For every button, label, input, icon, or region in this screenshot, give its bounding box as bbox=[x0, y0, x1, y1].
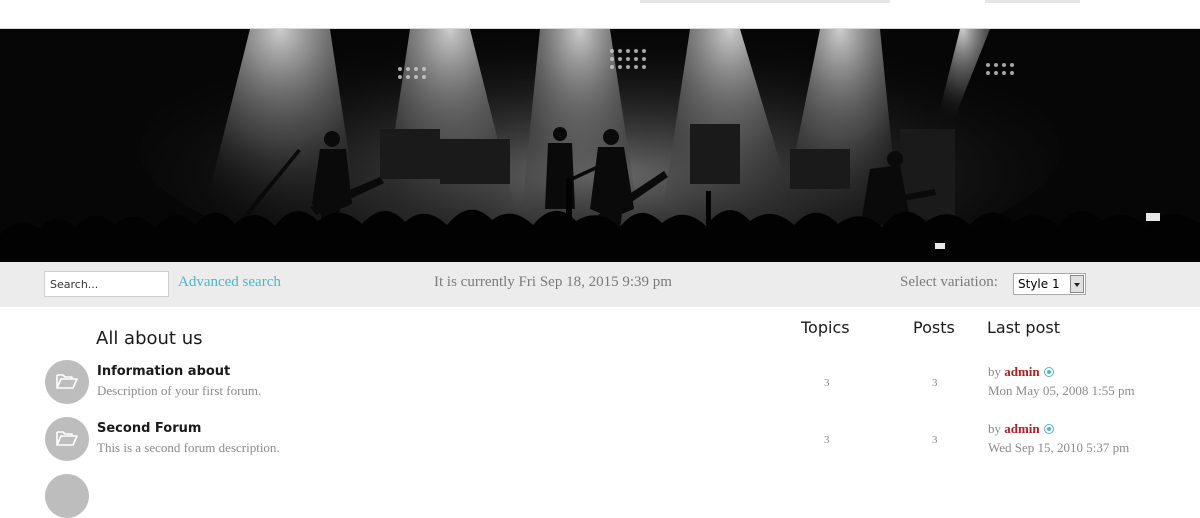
last-post-by-prefix: by bbox=[988, 364, 1001, 379]
category-title: All about us bbox=[96, 328, 203, 349]
dropdown-arrow-icon[interactable] bbox=[1070, 275, 1084, 293]
forum-description: This is a second forum description. bbox=[97, 440, 280, 455]
forum-topics-count: 3 bbox=[824, 377, 830, 389]
folder-icon bbox=[45, 360, 89, 404]
last-post-author-link[interactable]: admin bbox=[1004, 364, 1039, 379]
go-to-last-post-icon[interactable] bbox=[1043, 367, 1054, 377]
folder-icon bbox=[45, 417, 89, 461]
variation-label: Select variation: bbox=[900, 274, 998, 290]
header-banner-image bbox=[0, 29, 1200, 262]
forum-description: Description of your first forum. bbox=[97, 383, 262, 398]
folder-icon bbox=[45, 474, 89, 518]
go-to-last-post-icon[interactable] bbox=[1043, 424, 1054, 434]
last-post-by: by admin bbox=[988, 421, 1054, 437]
column-header-last-post: Last post bbox=[987, 318, 1060, 337]
header-nav-fragment bbox=[985, 0, 1080, 3]
forum-title-link[interactable]: Information about bbox=[97, 364, 230, 379]
advanced-search-link[interactable]: Advanced search bbox=[178, 274, 281, 291]
forum-posts-count: 3 bbox=[932, 377, 938, 389]
column-header-topics: Topics bbox=[801, 318, 850, 337]
search-input[interactable] bbox=[44, 271, 169, 297]
last-post-date: Wed Sep 15, 2010 5:37 pm bbox=[988, 440, 1130, 455]
header-nav-fragment bbox=[640, 0, 890, 3]
last-post-by-prefix: by bbox=[988, 421, 1001, 436]
current-time-text: It is currently Fri Sep 18, 2015 9:39 pm bbox=[434, 274, 672, 290]
variation-select[interactable]: Style 1 bbox=[1013, 273, 1086, 295]
top-header-bar bbox=[0, 0, 1200, 29]
forum-title-link[interactable]: Second Forum bbox=[97, 421, 201, 436]
variation-selected-value: Style 1 bbox=[1018, 277, 1060, 291]
last-post-author-link[interactable]: admin bbox=[1004, 421, 1039, 436]
last-post-by: by admin bbox=[988, 364, 1054, 380]
forum-topics-count: 3 bbox=[824, 434, 830, 446]
forum-posts-count: 3 bbox=[932, 434, 938, 446]
forum-toolbar: Advanced search It is currently Fri Sep … bbox=[0, 262, 1200, 307]
last-post-date: Mon May 05, 2008 1:55 pm bbox=[988, 383, 1135, 398]
column-header-posts: Posts bbox=[913, 318, 955, 337]
